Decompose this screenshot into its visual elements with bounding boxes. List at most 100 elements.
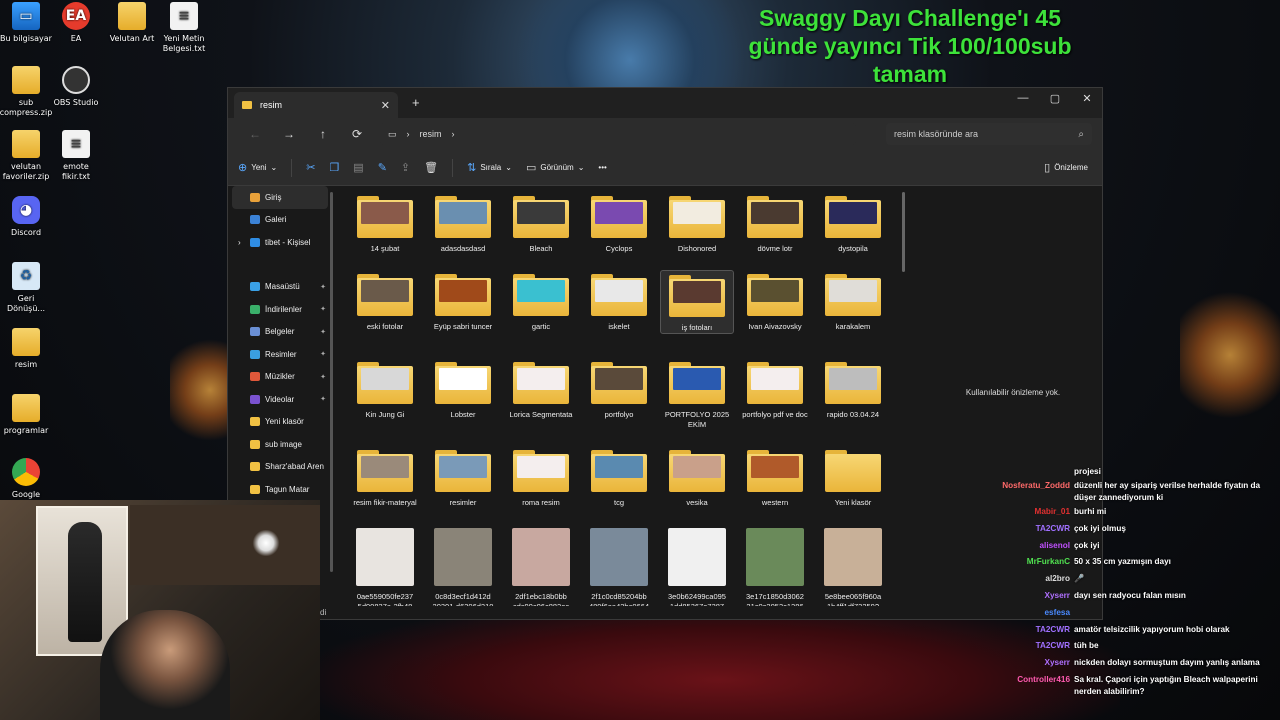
desktop-icon-7[interactable]: velutan favoriler.zip xyxy=(0,130,54,182)
computer-icon: ▭ xyxy=(12,2,40,30)
desktop-icon-11[interactable]: resim xyxy=(0,328,54,370)
desktop-icon-4[interactable]: ≡ Yeni Metin Belgesi.txt xyxy=(156,2,212,54)
folder-item[interactable]: dystopila xyxy=(816,192,890,254)
folder-item[interactable]: Yeni klasör xyxy=(816,446,890,508)
sidebar-item-9[interactable]: Videolar ✦ xyxy=(228,388,332,411)
folder-item[interactable]: western xyxy=(738,446,812,508)
delete-button[interactable]: 🗑 xyxy=(424,161,438,174)
desktop-icon-8[interactable]: ≡ emote fikir.txt xyxy=(48,130,104,182)
image-file-item[interactable]: 3e17c1850d3062 21c0c2053c1286 xyxy=(738,528,812,606)
folder-item[interactable]: Ivan Aivazovsky xyxy=(738,270,812,332)
folder-item[interactable]: Cyclops xyxy=(582,192,656,254)
rename-button[interactable]: ✎ xyxy=(378,161,387,174)
file-name-label: dövme lotr xyxy=(757,244,793,253)
back-arrow-icon[interactable]: ← xyxy=(238,127,272,141)
folder-item[interactable]: iskelet xyxy=(582,270,656,332)
forward-arrow-icon[interactable]: → xyxy=(272,127,306,141)
new-button[interactable]: ⊕ Yeni ⌄ xyxy=(238,161,277,174)
folder-item[interactable]: portfolyo pdf ve doc xyxy=(738,358,812,420)
image-file-item[interactable]: 2df1ebc18b0bb cdc90c06c882ec xyxy=(504,528,578,606)
sidebar-item-label: Galeri xyxy=(265,215,287,225)
sidebar-item-2[interactable]: Galeri xyxy=(228,209,332,232)
folder-item[interactable]: PORTFOLYO 2025 EKİM xyxy=(660,358,734,430)
desktop-icon-2[interactable]: EA EA xyxy=(48,2,104,44)
file-name-label: 5e8bee065f960a 1b4ff1df73259? xyxy=(824,592,882,606)
folder-item[interactable]: adasdasdasd xyxy=(426,192,500,254)
image-file-item[interactable]: 5e8bee065f960a 1b4ff1df73259? xyxy=(816,528,890,606)
sidebar-scrollbar[interactable] xyxy=(330,192,333,572)
folder-item[interactable]: Lorica Segmentata xyxy=(504,358,578,420)
share-button[interactable]: ⇪ xyxy=(401,161,410,174)
search-input[interactable]: resim klasöründe ara ⌕ xyxy=(886,123,1092,145)
refresh-icon[interactable]: ⟳ xyxy=(340,127,374,141)
sidebar-item-label: Yeni klasör xyxy=(265,417,304,427)
folder-item[interactable]: vesika xyxy=(660,446,734,508)
folder-item[interactable]: eski fotolar xyxy=(348,270,422,332)
music-icon xyxy=(250,372,260,382)
cut-button[interactable]: ✂ xyxy=(306,161,315,174)
desktop-icon-10[interactable]: ♻ Geri Dönüşü... xyxy=(0,262,54,314)
maximize-button[interactable]: ▢ xyxy=(1040,92,1070,105)
stream-chat: projesi Nosferatu_Zoddd düzenli her ay sip… xyxy=(990,464,1280,698)
folder-item[interactable]: rapido 03.04.24 xyxy=(816,358,890,420)
minimize-button[interactable]: — xyxy=(1008,92,1038,104)
desktop-icon-9[interactable]: ◕ Discord xyxy=(0,196,54,238)
folder-item[interactable]: roma resim xyxy=(504,446,578,508)
image-file-item[interactable]: 3e0b62499ca095 1dd85367a7387 xyxy=(660,528,734,606)
sidebar-item-6[interactable]: Belgeler ✦ xyxy=(228,321,332,344)
sidebar-item-12[interactable]: Sharz'abad Aren xyxy=(228,456,332,479)
folder-item[interactable]: Lobster xyxy=(426,358,500,420)
folder-item[interactable]: resim fikir-materyal xyxy=(348,446,422,508)
folder-item[interactable]: Dishonored xyxy=(660,192,734,254)
copy-button[interactable]: ❐ xyxy=(329,161,339,174)
up-arrow-icon[interactable]: ↑ xyxy=(306,127,340,141)
background-stained-glass xyxy=(480,0,780,90)
address-bar[interactable]: ▭ › resim › xyxy=(380,123,856,145)
more-button[interactable]: ••• xyxy=(598,163,606,172)
desktop-icon-5[interactable]: sub compress.zip xyxy=(0,66,54,118)
sidebar-item-1[interactable]: Giriş xyxy=(232,186,328,209)
close-icon[interactable]: ✕ xyxy=(381,99,390,112)
sidebar-item-13[interactable]: Tagun Matar xyxy=(228,478,332,501)
download-icon xyxy=(250,304,260,314)
image-file-item[interactable]: 0ae559050fe237 5d90837a-2fb48 xyxy=(348,528,422,606)
folder-item[interactable]: Eyüp sabri tuncer xyxy=(426,270,500,332)
paste-button[interactable]: ▤ xyxy=(353,161,363,174)
folder-item[interactable]: 14 şubat xyxy=(348,192,422,254)
sidebar-item-label: sub image xyxy=(265,439,302,449)
sidebar-item-5[interactable]: İndirilenler ✦ xyxy=(228,298,332,321)
new-tab-button[interactable]: + xyxy=(412,95,420,110)
chat-text: tüh be xyxy=(1074,641,1099,651)
folder-item[interactable]: portfolyo xyxy=(582,358,656,420)
folder-item[interactable]: iş fotoları xyxy=(660,270,734,334)
view-button[interactable]: ▭ Görünüm ⌄ xyxy=(526,161,584,174)
desktop-icon-3[interactable]: Velutan Art xyxy=(104,2,160,44)
sidebar-item-10[interactable]: Yeni klasör xyxy=(228,411,332,434)
folder-item[interactable]: Kin Jung Gi xyxy=(348,358,422,420)
close-window-button[interactable]: ✕ xyxy=(1072,92,1102,105)
preview-pane-button[interactable]: ▯ Önizleme xyxy=(1044,161,1088,174)
desktop-icon-6[interactable]: OBS Studio xyxy=(48,66,104,108)
folder-item[interactable]: dövme lotr xyxy=(738,192,812,254)
breadcrumb-resim[interactable]: resim xyxy=(420,129,442,139)
sidebar-item-4[interactable]: Masaüstü ✦ xyxy=(228,276,332,299)
folder-item[interactable]: resimler xyxy=(426,446,500,508)
file-name-label: resimler xyxy=(449,498,477,507)
content-scrollbar[interactable] xyxy=(902,192,905,272)
desktop-icon-12[interactable]: programlar xyxy=(0,394,54,436)
sidebar-item-8[interactable]: Müzikler ✦ xyxy=(228,366,332,389)
desktop-icon-1[interactable]: ▭ Bu bilgisayar xyxy=(0,2,54,44)
image-file-item[interactable]: 0c8d3ecf1d412d 20301-d6306d210 xyxy=(426,528,500,606)
image-file-item[interactable]: 2f1c0cd85204bb 489f6ea42bc0664 xyxy=(582,528,656,606)
chevron-right-icon[interactable]: › xyxy=(238,238,241,247)
folder-item[interactable]: gartic xyxy=(504,270,578,332)
folder-item[interactable]: karakalem xyxy=(816,270,890,332)
tab-resim[interactable]: resim ✕ xyxy=(234,92,398,118)
sidebar-item-3[interactable]: › tibet - Kişisel xyxy=(228,231,332,254)
folder-item[interactable]: tcg xyxy=(582,446,656,508)
folder-item[interactable]: Bleach xyxy=(504,192,578,254)
webcam-shelf xyxy=(130,505,320,585)
sidebar-item-7[interactable]: Resimler ✦ xyxy=(228,343,332,366)
sidebar-item-11[interactable]: sub image xyxy=(228,433,332,456)
sort-button[interactable]: ⇅ Sırala ⌄ xyxy=(467,161,512,174)
